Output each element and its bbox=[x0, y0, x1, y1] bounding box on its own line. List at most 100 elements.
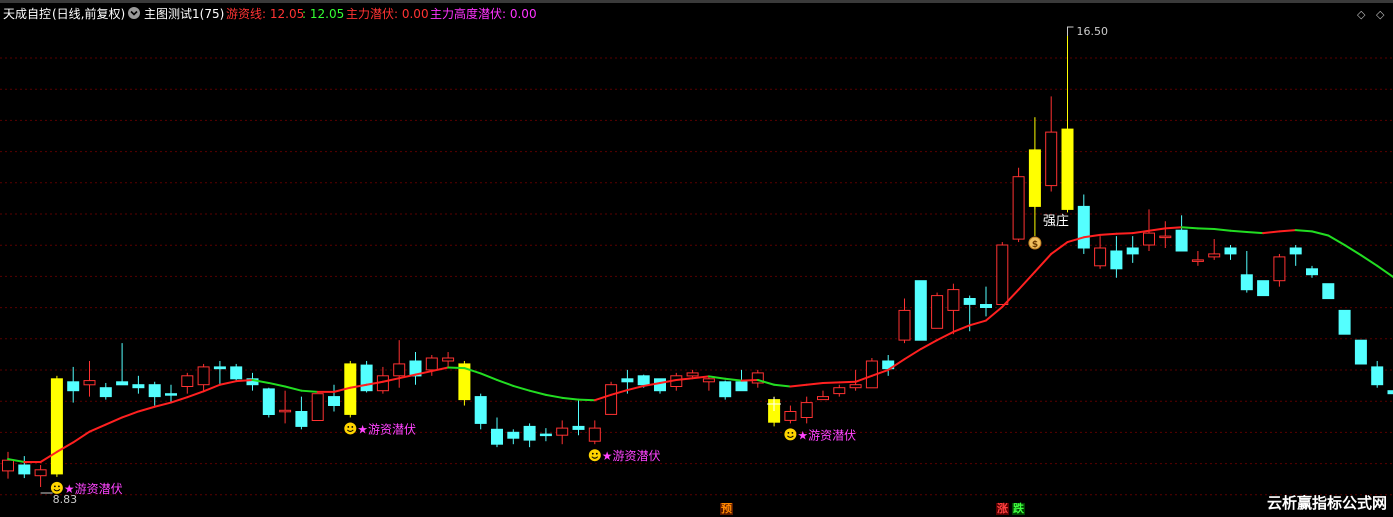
candle-body bbox=[556, 427, 569, 436]
candle-body bbox=[34, 469, 47, 477]
indicator-youzixian: 游资线: 12.05 bbox=[226, 7, 305, 21]
candle-body bbox=[67, 381, 80, 392]
smiley-eye bbox=[351, 426, 354, 428]
ma-segment bbox=[544, 393, 564, 399]
candle-body bbox=[1306, 268, 1318, 276]
ma-segment bbox=[300, 389, 319, 393]
smiley-icon bbox=[344, 422, 357, 435]
watermark: 云析赢指标公式网 bbox=[1266, 494, 1387, 512]
smiley-icon bbox=[588, 449, 601, 462]
low-label: 8.83 bbox=[53, 493, 78, 506]
ma-segment bbox=[137, 405, 156, 413]
candle-body bbox=[507, 431, 520, 439]
candle-body bbox=[1077, 205, 1090, 249]
candle-body bbox=[425, 357, 438, 371]
candle-body bbox=[621, 378, 634, 383]
ma-segment bbox=[789, 383, 808, 388]
smiley-eye bbox=[791, 431, 794, 434]
ma-segment bbox=[577, 398, 596, 402]
ma-segment bbox=[561, 396, 580, 401]
ma-segment bbox=[1229, 229, 1248, 233]
candle-body bbox=[849, 384, 862, 389]
ma-segment bbox=[1196, 227, 1216, 230]
diamond-icon[interactable]: ◇ bbox=[1357, 8, 1365, 21]
candle-body bbox=[230, 366, 243, 380]
indicator-youzixian-value: : 12.05 bbox=[302, 7, 345, 21]
ma-segment bbox=[626, 384, 645, 392]
settings-icon[interactable]: ◇ bbox=[1376, 8, 1384, 21]
candle-body bbox=[1159, 235, 1172, 239]
candle-body bbox=[1094, 247, 1107, 267]
candle-body bbox=[213, 366, 226, 370]
candle-body bbox=[588, 427, 601, 442]
ma-segment bbox=[1099, 232, 1118, 236]
candle-body bbox=[99, 387, 112, 398]
candle-body bbox=[393, 363, 406, 377]
candle-body bbox=[980, 304, 992, 308]
candle-body bbox=[50, 378, 63, 475]
ma-segment bbox=[153, 401, 172, 408]
ma-segment bbox=[1278, 229, 1297, 233]
candle-body bbox=[1371, 366, 1384, 386]
ma-segment bbox=[822, 381, 841, 384]
ma-segment bbox=[1262, 230, 1281, 235]
ma-segment bbox=[447, 366, 466, 370]
ma-segment bbox=[1033, 252, 1053, 273]
ma-segment bbox=[724, 377, 743, 382]
ma-segment bbox=[284, 385, 303, 392]
ma-segment bbox=[1294, 229, 1313, 233]
ma-segment bbox=[1115, 232, 1134, 235]
candle-body bbox=[1110, 250, 1123, 270]
smiley-eye bbox=[347, 426, 350, 428]
money-bag-symbol: $ bbox=[1032, 240, 1038, 250]
ma-segment bbox=[528, 389, 547, 396]
candle-body bbox=[295, 411, 308, 427]
candle-body bbox=[817, 396, 829, 401]
smiley-eye bbox=[54, 485, 56, 488]
candle-body bbox=[181, 375, 194, 387]
ma-segment bbox=[202, 383, 221, 393]
ma-segment bbox=[235, 378, 254, 383]
mark-yu: 预 bbox=[720, 502, 733, 515]
candle-body bbox=[262, 388, 275, 415]
candle-body bbox=[1322, 283, 1335, 300]
strong-label: 强庄 bbox=[1043, 213, 1069, 229]
candle-body bbox=[1257, 280, 1270, 297]
mark-zhang: 涨 bbox=[996, 502, 1009, 515]
signal-label: ★游资潜伏 bbox=[357, 422, 416, 436]
chevron-down-circle-icon[interactable] bbox=[127, 6, 141, 23]
ma-segment bbox=[186, 390, 205, 399]
candle-body bbox=[474, 396, 487, 424]
ma-segment bbox=[1327, 234, 1346, 247]
ma-segment bbox=[267, 381, 287, 388]
candle-body bbox=[1387, 390, 1393, 395]
ma-segment bbox=[952, 324, 971, 333]
ma-segment bbox=[740, 378, 759, 382]
candle-body bbox=[931, 295, 944, 329]
indicator-main-high-lurk: 主力高度潜伏: 0.00 bbox=[430, 7, 537, 21]
candle-body bbox=[637, 375, 650, 386]
candle-body bbox=[833, 387, 846, 395]
ma-segment bbox=[479, 372, 498, 381]
candle-body bbox=[442, 357, 455, 362]
ma-segment bbox=[170, 396, 189, 404]
ma-segment bbox=[1164, 226, 1183, 230]
candlestick-chart[interactable]: ★游资潜伏★游资潜伏★游资潜伏★游资潜伏16.508.83强庄$★游资线 bbox=[0, 0, 1393, 517]
candle-body bbox=[1273, 256, 1286, 282]
candle-body bbox=[1338, 309, 1351, 335]
mark-die: 跌 bbox=[1012, 502, 1025, 515]
ma-segment bbox=[496, 378, 515, 387]
candle-body bbox=[116, 381, 129, 386]
candle-body bbox=[1289, 247, 1302, 255]
ma-segment bbox=[691, 375, 710, 380]
candle-body bbox=[539, 433, 552, 437]
ma-segment bbox=[1245, 230, 1265, 235]
candle-body bbox=[2, 459, 14, 472]
ma-segment bbox=[919, 339, 939, 351]
candle-body bbox=[784, 411, 797, 421]
smiley-eye bbox=[595, 452, 598, 455]
candle-body bbox=[686, 372, 699, 377]
candle-body bbox=[719, 381, 732, 398]
candle-body bbox=[165, 393, 177, 396]
formula-name[interactable]: 主图测试1(75) bbox=[144, 7, 224, 21]
